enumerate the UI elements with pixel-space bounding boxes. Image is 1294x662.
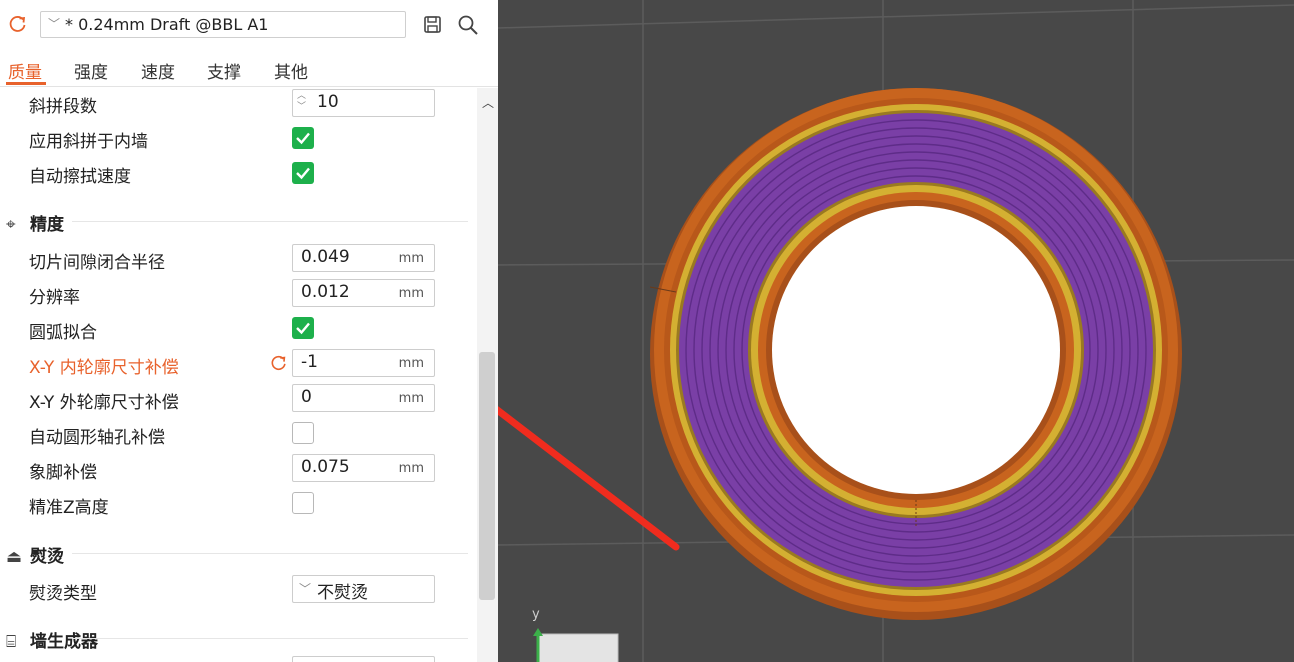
row-label: 分辨率: [29, 288, 80, 308]
ring-model: [649, 88, 1182, 620]
field-unit: mm: [398, 461, 424, 476]
field-value: 不熨烫: [317, 583, 368, 603]
field-value: -1: [301, 352, 318, 372]
check-icon: [296, 132, 310, 145]
spin-input[interactable]: ︿ ﹀ 10: [292, 89, 435, 117]
tab-speed[interactable]: 速度: [141, 58, 175, 83]
field-value: 10: [317, 92, 339, 112]
row-label: 自动圆形轴孔补偿: [29, 428, 165, 448]
number-input[interactable]: 0.075 mm: [292, 454, 435, 482]
row-label-modified: X-Y 内轮廓尺寸补偿: [29, 358, 179, 378]
save-icon[interactable]: [423, 15, 442, 34]
divider: [72, 221, 468, 222]
row-label: 应用斜拼于内墙: [29, 132, 148, 152]
section-header: ⏏ 熨烫: [6, 542, 64, 567]
number-input[interactable]: 0.012 mm: [292, 279, 435, 307]
annotation-arrow: [498, 406, 680, 551]
row-label: 象脚补偿: [29, 463, 97, 483]
checkbox[interactable]: [292, 162, 314, 184]
spin-arrows-icon[interactable]: ︿ ﹀: [297, 91, 306, 113]
preset-dropdown[interactable]: ﹀ * 0.24mm Draft @BBL A1: [40, 11, 406, 38]
preset-bar: ﹀ * 0.24mm Draft @BBL A1: [0, 0, 498, 50]
number-input[interactable]: 0 mm: [292, 384, 435, 412]
field-unit: mm: [398, 251, 424, 266]
divider: [72, 553, 468, 554]
row-label: 精准Z高度: [29, 498, 109, 518]
wall-generator-icon: ⌸: [6, 632, 17, 652]
section-title: 精度: [30, 215, 64, 235]
row-label: 熨烫类型: [29, 584, 97, 604]
3d-viewport[interactable]: y: [498, 0, 1294, 662]
number-input[interactable]: 0.049 mm: [292, 244, 435, 272]
scrollbar-thumb[interactable]: [479, 352, 495, 600]
field-unit: mm: [398, 356, 424, 371]
section-header: ⌸ 墙生成器: [6, 627, 98, 652]
tab-support[interactable]: 支撑: [207, 58, 241, 83]
field-value: 0: [301, 387, 312, 407]
tab-quality[interactable]: 质量: [8, 58, 42, 83]
settings-tabs: 质量 强度 速度 支撑 其他: [0, 52, 498, 87]
row-label: 自动擦拭速度: [29, 167, 131, 187]
number-input[interactable]: [292, 656, 435, 662]
select-dropdown[interactable]: ﹀ 不熨烫: [292, 575, 435, 603]
precision-icon: ⌖: [6, 215, 16, 235]
preset-name: * 0.24mm Draft @BBL A1: [65, 15, 269, 34]
check-icon: [296, 322, 310, 335]
field-value: 0.075: [301, 457, 350, 477]
row-label: 切片间隙闭合半径: [29, 253, 165, 273]
reset-icon[interactable]: [8, 14, 28, 34]
row-label: 斜拼段数: [29, 97, 97, 117]
field-value: 0.049: [301, 247, 350, 267]
iron-icon: ⏏: [6, 547, 23, 567]
active-tab-indicator: [6, 82, 46, 85]
number-input[interactable]: -1 mm: [292, 349, 435, 377]
y-axis-label: y: [532, 607, 540, 622]
section-title: 熨烫: [30, 547, 64, 567]
section-title: 墙生成器: [30, 632, 98, 652]
divider: [72, 638, 468, 639]
field-value: 0.012: [301, 282, 350, 302]
chevron-down-icon: ﹀: [299, 582, 312, 596]
row-label: X-Y 外轮廓尺寸补偿: [29, 393, 179, 413]
field-unit: mm: [398, 286, 424, 301]
field-unit: mm: [398, 391, 424, 406]
checkbox[interactable]: [292, 127, 314, 149]
checkbox[interactable]: [292, 422, 314, 444]
reset-icon[interactable]: [270, 354, 288, 372]
tab-strength[interactable]: 强度: [74, 58, 108, 83]
settings-panel: ﹀ * 0.24mm Draft @BBL A1 质量 强度 速度 支撑 其他 …: [0, 0, 498, 662]
section-header: ⌖ 精度: [6, 210, 64, 235]
model-preview: y: [498, 0, 1294, 662]
check-icon: [296, 167, 310, 180]
axis-indicator: y: [532, 607, 619, 662]
checkbox[interactable]: [292, 317, 314, 339]
search-icon[interactable]: [457, 14, 479, 36]
chevron-down-icon: ﹀: [48, 17, 61, 31]
tab-others[interactable]: 其他: [274, 58, 308, 83]
checkbox[interactable]: [292, 492, 314, 514]
scroll-up-icon[interactable]: ︿: [482, 94, 494, 111]
row-label: 圆弧拟合: [29, 323, 97, 343]
